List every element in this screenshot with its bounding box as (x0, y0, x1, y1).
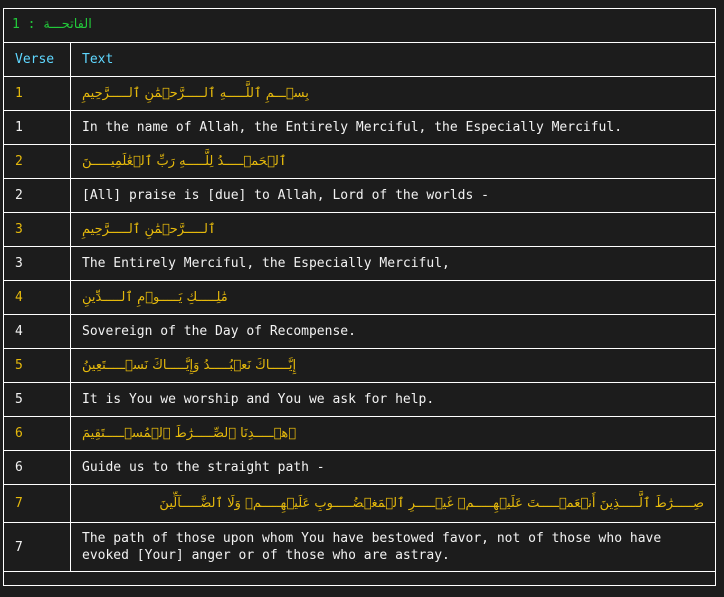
translation-text: In the name of Allah, the Entirely Merci… (70, 110, 716, 145)
arabic-text: ٱلۡحَمۡـــــدُ لِلَّـــــهِ رَبِّ ٱلۡعَٰ… (70, 144, 716, 179)
text-column-header: Text (70, 42, 716, 77)
arabic-verse-row: 1 بِسۡـــمِ ٱللَّـــــهِ ٱلـــــرَّحۡمَٰن… (3, 76, 716, 111)
verse-number: 2 (3, 178, 71, 213)
verse-number: 5 (3, 382, 71, 417)
surah-name: الفاتحـــة (43, 17, 92, 32)
verse-number: 1 (3, 110, 71, 145)
surah-number: 1 (12, 17, 20, 32)
verse-number: 3 (3, 212, 71, 247)
table-header-row: Verse Text (3, 42, 716, 77)
arabic-text: ٱلـــــرَّحۡمَٰنِ ٱلـــــرَّحِيمِ (70, 212, 716, 247)
verse-number: 5 (3, 348, 71, 383)
arabic-verse-row: 7 صِـــــرَٰطَ ٱلَّـــــذِينَ أَنۡعَمۡـــ… (3, 484, 716, 523)
arabic-text: ٱهۡـــــدِنَا ٱلصِّـــــرَٰطَ ٱلۡمُسۡـــ… (70, 416, 716, 451)
arabic-verse-row: 3 ٱلـــــرَّحۡمَٰنِ ٱلـــــرَّحِيمِ (3, 212, 716, 247)
translation-row: 5 It is You we worship and You we ask for… (3, 382, 716, 417)
verse-column-header: Verse (3, 42, 71, 77)
arabic-verse-row: 4 مَٰلِـــــكِ يَـــــوۡمِ ٱلـــــدِّينِ (3, 280, 716, 315)
translation-row: 2 [All] praise is [due] to Allah, Lord of… (3, 178, 716, 213)
verse-number: 4 (3, 314, 71, 349)
verse-number: 6 (3, 416, 71, 451)
verse-number: 1 (3, 76, 71, 111)
translation-text: The Entirely Merciful, the Especially Me… (70, 246, 716, 281)
verse-number: 7 (3, 484, 71, 523)
translation-text: [All] praise is [due] to Allah, Lord of … (70, 178, 716, 213)
arabic-verse-row: 5 إِيَّـــــاكَ نَعۡبُـــــدُ وَإِيَّــــ… (3, 348, 716, 383)
arabic-text: إِيَّـــــاكَ نَعۡبُـــــدُ وَإِيَّـــــ… (70, 348, 716, 383)
surah-title: 1 : الفاتحـــة (12, 12, 92, 38)
translation-row: 4 Sovereign of the Day of Recompense. (3, 314, 716, 349)
translation-text: The path of those upon whom You have bes… (70, 522, 716, 572)
verses-table: Verse Text 1 بِسۡـــمِ ٱللَّـــــهِ ٱلـــ… (3, 42, 716, 572)
translation-row: 3 The Entirely Merciful, the Especially M… (3, 246, 716, 281)
translation-row: 1 In the name of Allah, the Entirely Merc… (3, 110, 716, 145)
verse-number: 6 (3, 450, 71, 485)
translation-row: 6 Guide us to the straight path - (3, 450, 716, 485)
verse-number: 7 (3, 522, 71, 572)
translation-text: Guide us to the straight path - (70, 450, 716, 485)
translation-text: It is You we worship and You we ask for … (70, 382, 716, 417)
verse-number: 3 (3, 246, 71, 281)
title-separator: : (27, 17, 36, 32)
arabic-verse-row: 2 ٱلۡحَمۡـــــدُ لِلَّـــــهِ رَبِّ ٱلۡعَ… (3, 144, 716, 179)
verse-number: 2 (3, 144, 71, 179)
arabic-text: بِسۡـــمِ ٱللَّـــــهِ ٱلـــــرَّحۡمَٰنِ… (70, 76, 716, 111)
arabic-text: صِـــــرَٰطَ ٱلَّـــــذِينَ أَنۡعَمۡــــ… (70, 484, 716, 523)
translation-row: 7 The path of those upon whom You have be… (3, 522, 716, 572)
arabic-verse-row: 6 ٱهۡـــــدِنَا ٱلصِّـــــرَٰطَ ٱلۡمُسۡــ… (3, 416, 716, 451)
translation-text: Sovereign of the Day of Recompense. (70, 314, 716, 349)
arabic-text: مَٰلِـــــكِ يَـــــوۡمِ ٱلـــــدِّينِ (70, 280, 716, 315)
verse-number: 4 (3, 280, 71, 315)
